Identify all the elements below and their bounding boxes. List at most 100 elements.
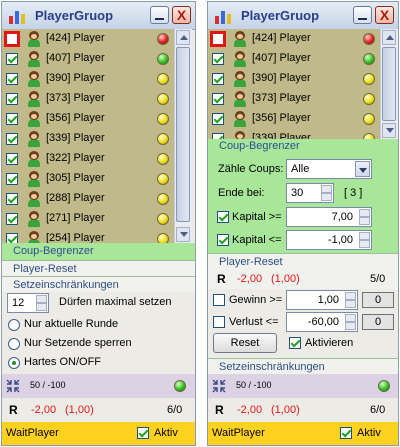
player-checkbox[interactable]: [6, 193, 18, 205]
player-row[interactable]: [390] Player: [208, 69, 380, 89]
kapital-le-checkbox[interactable]: [217, 234, 229, 246]
player-row[interactable]: [373] Player: [2, 89, 174, 109]
player-row[interactable]: [271] Player: [2, 209, 174, 229]
scroll-thumb[interactable]: [382, 47, 396, 121]
verlust-input[interactable]: -60,00: [286, 312, 358, 332]
player-name: [322] Player: [46, 152, 105, 164]
player-status-led-icon: [157, 113, 169, 125]
aktiv-checkbox[interactable]: [340, 427, 352, 439]
reset-button[interactable]: Reset: [213, 333, 277, 353]
player-row[interactable]: [288] Player: [2, 189, 174, 209]
stepper-arrows-icon[interactable]: [345, 314, 356, 330]
section-coup-begrenzer[interactable]: Coup-Begrenzer: [2, 243, 195, 260]
radio-only-betting[interactable]: [8, 338, 20, 350]
player-row[interactable]: [356] Player: [208, 109, 380, 129]
player-checkbox[interactable]: [4, 31, 20, 47]
player-name: [339] Player: [46, 132, 105, 144]
player-checkbox[interactable]: [6, 53, 18, 65]
player-checkbox[interactable]: [6, 133, 18, 145]
result-row: R -2,00 (1,00) 6/0: [2, 400, 195, 420]
ratio-text: 50 / -100: [30, 380, 66, 390]
verlust-checkbox[interactable]: [213, 316, 225, 328]
section-player-reset[interactable]: Player-Reset: [2, 260, 195, 276]
section-setzeinschraenkungen[interactable]: Setzeinschränkungen: [208, 358, 398, 374]
aktiv-checkbox[interactable]: [137, 427, 149, 439]
aktivieren-checkbox[interactable]: [289, 337, 301, 349]
player-row[interactable]: [322] Player: [2, 149, 174, 169]
dropdown-chevron-icon[interactable]: [355, 161, 370, 177]
player-checkbox[interactable]: [6, 73, 18, 85]
stepper-arrows-icon[interactable]: [359, 209, 370, 225]
player-status-led-icon: [157, 133, 169, 145]
player-checkbox[interactable]: [6, 93, 18, 105]
minimize-button[interactable]: [150, 6, 169, 24]
stepper-arrows-icon[interactable]: [359, 232, 370, 248]
player-checkbox[interactable]: [6, 233, 18, 243]
stepper-arrows-icon[interactable]: [345, 292, 356, 308]
minimize-button[interactable]: [353, 6, 372, 24]
section-setzeinschraenkungen[interactable]: Setzeinschränkungen: [2, 276, 195, 292]
scroll-up-arrow-icon[interactable]: [382, 30, 396, 45]
scroll-thumb[interactable]: [176, 47, 190, 222]
player-checkbox[interactable]: [6, 173, 18, 185]
player-status-led-icon: [157, 153, 169, 165]
close-button[interactable]: X: [375, 6, 394, 24]
gewinn-checkbox[interactable]: [213, 294, 225, 306]
max-bets-stepper[interactable]: 12: [7, 293, 49, 313]
player-checkbox[interactable]: [6, 213, 18, 225]
player-row[interactable]: [390] Player: [2, 69, 174, 89]
collapse-arrows-icon[interactable]: [6, 379, 20, 393]
player-row[interactable]: [305] Player: [2, 169, 174, 189]
player-row[interactable]: [339] Player: [208, 129, 380, 139]
player-checkbox[interactable]: [210, 31, 226, 47]
zaehle-select[interactable]: Alle: [286, 159, 372, 179]
app-chart-icon: [9, 11, 25, 24]
player-row[interactable]: [407] Player: [208, 49, 380, 69]
radio-current-round-label: Nur aktuelle Runde: [24, 318, 119, 330]
radio-current-round[interactable]: [8, 319, 20, 331]
scroll-up-arrow-icon[interactable]: [176, 30, 190, 45]
player-row[interactable]: [356] Player: [2, 109, 174, 129]
section-coup-begrenzer[interactable]: Coup-Begrenzer: [219, 140, 300, 152]
r-paren-value: (1,00): [65, 404, 94, 416]
close-button[interactable]: X: [172, 6, 191, 24]
stepper-arrows-icon[interactable]: [321, 185, 332, 201]
footer-bar: WaitPlayer Aktiv: [208, 422, 398, 445]
player-row[interactable]: [254] Player: [2, 229, 174, 243]
gewinn-value: 1,00: [317, 294, 339, 306]
kapital-ge-input[interactable]: 7,00: [286, 207, 372, 227]
player-checkbox[interactable]: [212, 113, 224, 125]
player-list-scrollbar[interactable]: [174, 29, 192, 243]
section-player-reset[interactable]: Player-Reset: [208, 253, 398, 269]
kapital-ge-value: 7,00: [331, 211, 353, 223]
player-checkbox[interactable]: [6, 153, 18, 165]
player-checkbox[interactable]: [212, 53, 224, 65]
radio-hard-onoff[interactable]: [8, 357, 20, 369]
player-status-led-icon: [157, 93, 169, 105]
stepper-arrows-icon[interactable]: [36, 295, 47, 311]
player-name: [271] Player: [46, 212, 105, 224]
kapital-ge-checkbox[interactable]: [217, 211, 229, 223]
player-name: [424] Player: [252, 32, 311, 44]
collapse-arrows-icon[interactable]: [212, 379, 226, 393]
scroll-down-arrow-icon[interactable]: [176, 227, 190, 242]
player-row[interactable]: [339] Player: [2, 129, 174, 149]
player-name: [390] Player: [252, 72, 311, 84]
footer-bar: WaitPlayer Aktiv: [2, 422, 195, 445]
player-row[interactable]: [424] Player: [2, 29, 174, 49]
ende-stepper[interactable]: 30: [286, 183, 334, 203]
player-list-scrollbar[interactable]: [380, 29, 398, 139]
player-checkbox[interactable]: [6, 113, 18, 125]
player-avatar-icon: [27, 151, 41, 167]
player-row[interactable]: [373] Player: [208, 89, 380, 109]
r-value: -2,00: [237, 404, 263, 416]
r-count: 6/0: [167, 404, 183, 416]
player-row[interactable]: [407] Player: [2, 49, 174, 69]
scroll-down-arrow-icon[interactable]: [382, 123, 396, 138]
player-checkbox[interactable]: [212, 93, 224, 105]
player-checkbox[interactable]: [212, 73, 224, 85]
kapital-le-input[interactable]: -1,00: [286, 230, 372, 250]
player-row[interactable]: [424] Player: [208, 29, 380, 49]
player-avatar-icon: [233, 131, 247, 139]
gewinn-input[interactable]: 1,00: [286, 290, 358, 310]
